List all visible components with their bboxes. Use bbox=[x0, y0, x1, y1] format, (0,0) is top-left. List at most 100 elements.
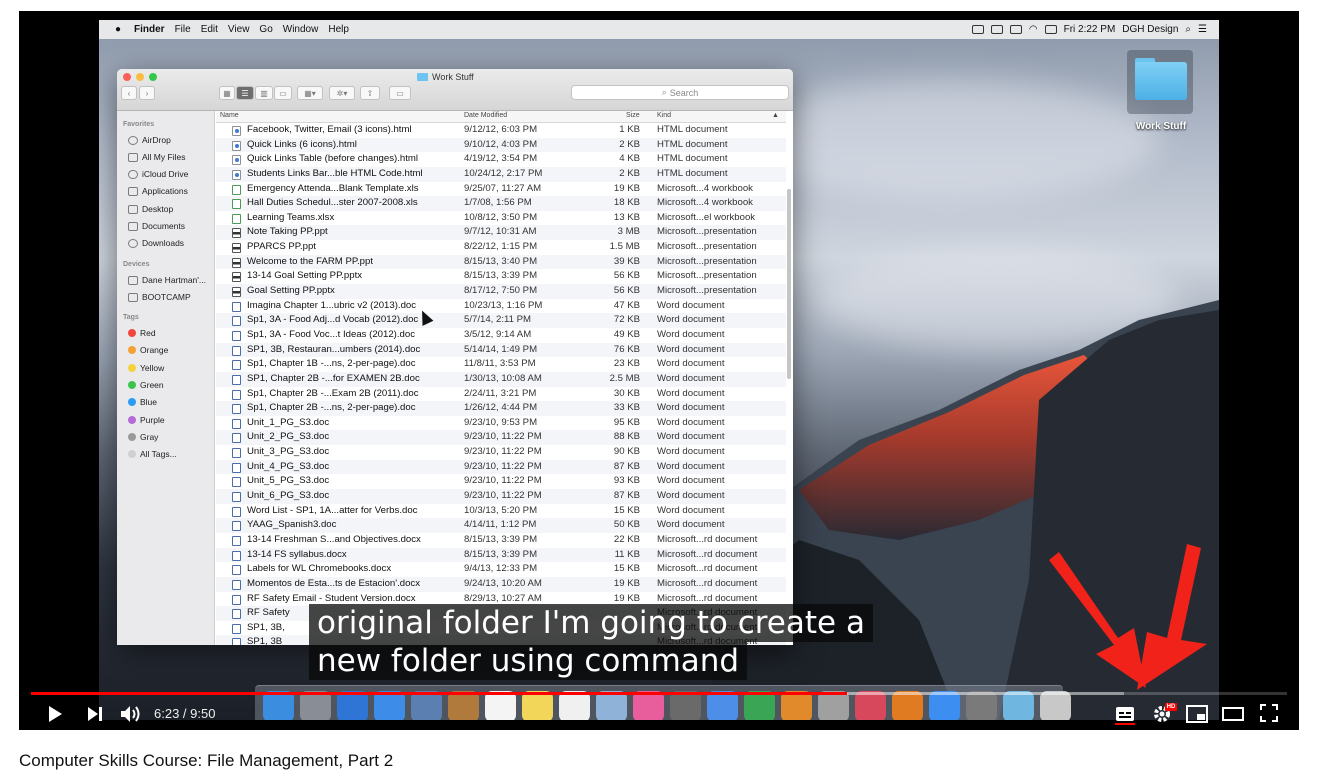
table-row[interactable]: Momentos de Esta...ts de Estacion'.docx 9… bbox=[216, 576, 786, 592]
table-row[interactable]: 13-14 FS syllabus.docx 8/15/13, 3:39 PM 11… bbox=[216, 547, 786, 563]
wifi-icon[interactable]: ◠ bbox=[1029, 24, 1038, 35]
subtitles-icon[interactable] bbox=[1115, 706, 1135, 722]
table-row[interactable]: Unit_1_PG_S3.doc 9/23/10, 9:53 PM 95 KB Wor… bbox=[216, 416, 786, 431]
table-row[interactable]: Hall Duties Schedul...ster 2007-2008.xls… bbox=[216, 196, 786, 211]
sidebar-item-bootcamp[interactable]: BOOTCAMP bbox=[128, 292, 191, 302]
sidebar-tag-red[interactable]: Red bbox=[128, 328, 156, 338]
table-row[interactable]: Unit_5_PG_S3.doc 9/23/10, 11:22 PM 93 KB Wo… bbox=[216, 474, 786, 489]
column-kind[interactable]: Kind bbox=[657, 112, 671, 119]
closed-caption: original folder I'm going to create a ne… bbox=[309, 604, 873, 680]
table-row[interactable]: Emergency Attenda...Blank Template.xls 9/… bbox=[216, 182, 786, 197]
sidebar-item-all-my-files[interactable]: All My Files bbox=[128, 152, 185, 162]
volume-icon[interactable] bbox=[120, 704, 142, 724]
menu-finder[interactable]: Finder bbox=[134, 24, 165, 35]
table-row[interactable]: Welcome to the FARM PP.ppt 8/15/13, 3:40 … bbox=[216, 254, 786, 270]
sidebar-tag-orange[interactable]: Orange bbox=[128, 345, 168, 355]
table-row[interactable]: Word List - SP1, 1A...atter for Verbs.do… bbox=[216, 504, 786, 519]
column-name[interactable]: Name bbox=[220, 112, 239, 119]
desktop-folder-icon[interactable] bbox=[1127, 50, 1193, 114]
menubar-user[interactable]: DGH Design bbox=[1122, 24, 1178, 35]
sidebar-item-applications[interactable]: Applications bbox=[128, 186, 188, 196]
table-row[interactable]: Unit_2_PG_S3.doc 9/23/10, 11:22 PM 88 KB Wo… bbox=[216, 430, 786, 446]
notification-center-icon[interactable]: ☰ bbox=[1198, 24, 1207, 35]
sidebar-tag-green[interactable]: Green bbox=[128, 380, 164, 390]
column-size[interactable]: Size bbox=[626, 112, 640, 119]
play-icon[interactable] bbox=[47, 705, 63, 723]
search-field[interactable]: ⌕ Search bbox=[571, 85, 789, 100]
minimize-window-button[interactable] bbox=[136, 73, 144, 81]
miniplayer-icon[interactable] bbox=[1186, 705, 1208, 723]
table-row[interactable]: 13-14 Freshman S...and Objectives.docx 8/… bbox=[216, 533, 786, 548]
sidebar-item-airdrop[interactable]: AirDrop bbox=[128, 135, 171, 145]
sidebar-item-documents[interactable]: Documents bbox=[128, 221, 185, 231]
cover-flow-button[interactable]: ▭ bbox=[274, 86, 292, 100]
table-row[interactable]: Sp1, 3A - Food Adj...d Vocab (2012).doc 5… bbox=[216, 313, 786, 328]
table-row[interactable]: Sp1, Chapter 2B -...ns, 2-per-page).doc 1… bbox=[216, 401, 786, 416]
sidebar-item-computer[interactable]: Dane Hartman'... bbox=[128, 275, 206, 285]
sidebar-item-icloud-drive[interactable]: iCloud Drive bbox=[128, 169, 188, 179]
desktop-folder-label[interactable]: Work Stuff bbox=[1119, 121, 1203, 132]
table-row[interactable]: PPARCS PP.ppt 8/22/12, 1:15 PM 1.5 MB Micro… bbox=[216, 240, 786, 255]
progress-bar[interactable] bbox=[31, 692, 1287, 695]
share-button[interactable]: ⇧ bbox=[360, 86, 380, 100]
table-row[interactable]: Sp1, Chapter 1B -...ns, 2-per-page).doc 1… bbox=[216, 357, 786, 372]
table-row[interactable]: Quick Links (6 icons).html 9/10/12, 4:03 … bbox=[216, 137, 786, 153]
table-row[interactable]: Quick Links Table (before changes).html 4… bbox=[216, 152, 786, 167]
action-gear-button[interactable]: ✲▾ bbox=[329, 86, 355, 100]
table-row[interactable]: Students Links Bar...ble HTML Code.html 1… bbox=[216, 166, 786, 182]
sidebar-tag-yellow[interactable]: Yellow bbox=[128, 363, 164, 373]
file-name: Emergency Attenda...Blank Template.xls bbox=[247, 182, 419, 194]
table-row[interactable]: Unit_4_PG_S3.doc 9/23/10, 11:22 PM 87 KB Wo… bbox=[216, 459, 786, 475]
column-view-button[interactable]: ▥ bbox=[255, 86, 273, 100]
menu-help[interactable]: Help bbox=[328, 24, 349, 35]
table-row[interactable]: Learning Teams.xlsx 10/8/12, 3:50 PM 13 KB… bbox=[216, 211, 786, 226]
column-date-modified[interactable]: Date Modified bbox=[464, 112, 507, 119]
table-row[interactable]: SP1, 3B, Restauran...umbers (2014).doc 5/… bbox=[216, 342, 786, 358]
table-row[interactable]: Goal Setting PP.pptx 8/17/12, 7:50 PM 56 K… bbox=[216, 284, 786, 299]
icon-view-button[interactable]: ▦ bbox=[219, 86, 235, 100]
scrollbar[interactable] bbox=[787, 189, 791, 379]
sidebar-item-desktop[interactable]: Desktop bbox=[128, 204, 173, 214]
table-row[interactable]: Note Taking PP.ppt 9/7/12, 10:31 AM 3 MB Mi… bbox=[216, 225, 786, 241]
battery-icon[interactable] bbox=[1044, 25, 1057, 34]
keyboard-icon[interactable] bbox=[990, 25, 1003, 34]
table-row[interactable]: Labels for WL Chromebooks.docx 9/4/13, 12… bbox=[216, 562, 786, 577]
close-window-button[interactable] bbox=[123, 73, 131, 81]
status-icon[interactable] bbox=[971, 25, 984, 34]
sidebar-tag-purple[interactable]: Purple bbox=[128, 415, 165, 425]
sidebar-item-downloads[interactable]: Downloads bbox=[128, 238, 184, 248]
list-view-button[interactable]: ☰ bbox=[236, 86, 254, 100]
zoom-window-button[interactable] bbox=[149, 73, 157, 81]
menu-edit[interactable]: Edit bbox=[201, 24, 218, 35]
table-row[interactable]: YAAG_Spanish3.doc 4/14/11, 1:12 PM 50 KB Wo… bbox=[216, 518, 786, 533]
apple-menu-icon[interactable]: ● bbox=[112, 24, 124, 35]
table-row[interactable]: Unit_3_PG_S3.doc 9/23/10, 11:22 PM 90 KB Wo… bbox=[216, 445, 786, 460]
table-row[interactable]: SP1, Chapter 2B -...for EXAMEN 2B.doc 1/3… bbox=[216, 371, 786, 387]
file-kind: Word document bbox=[657, 328, 725, 340]
edit-tags-button[interactable]: ▭ bbox=[389, 86, 411, 100]
menu-view[interactable]: View bbox=[228, 24, 250, 35]
video-player[interactable]: ● Finder File Edit View Go Window Help ◠… bbox=[19, 11, 1299, 730]
fullscreen-icon[interactable] bbox=[1260, 704, 1278, 722]
spotlight-search-icon[interactable]: ⌕ bbox=[1185, 24, 1191, 35]
next-icon[interactable] bbox=[87, 706, 103, 722]
menu-file[interactable]: File bbox=[175, 24, 191, 35]
table-row[interactable]: 13-14 Goal Setting PP.pptx 8/15/13, 3:39 … bbox=[216, 269, 786, 284]
sidebar-all-tags[interactable]: All Tags... bbox=[128, 449, 177, 459]
menubar-clock[interactable]: Fri 2:22 PM bbox=[1064, 24, 1116, 35]
theater-mode-icon[interactable] bbox=[1222, 706, 1244, 722]
back-button[interactable]: ‹ bbox=[121, 86, 137, 100]
airplay-icon[interactable] bbox=[1009, 25, 1022, 34]
table-row[interactable]: Facebook, Twitter, Email (3 icons).html 9… bbox=[216, 123, 786, 138]
table-row[interactable]: Sp1, 3A - Food Voc...t Ideas (2012).doc 3… bbox=[216, 328, 786, 343]
menu-go[interactable]: Go bbox=[259, 24, 272, 35]
table-row[interactable]: Sp1, Chapter 2B -...Exam 2B (2011).doc 2/… bbox=[216, 387, 786, 402]
menu-window[interactable]: Window bbox=[283, 24, 319, 35]
table-row[interactable]: Imagina Chapter 1...ubric v2 (2013).doc 1… bbox=[216, 299, 786, 314]
table-row[interactable]: Unit_6_PG_S3.doc 9/23/10, 11:22 PM 87 KB Wo… bbox=[216, 489, 786, 504]
sidebar-tag-blue[interactable]: Blue bbox=[128, 397, 157, 407]
arrange-button[interactable]: ▦▾ bbox=[297, 86, 323, 100]
sidebar-tag-gray[interactable]: Gray bbox=[128, 432, 158, 442]
forward-button[interactable]: › bbox=[139, 86, 155, 100]
finder-sidebar: Favorites AirDrop All My Files iCloud Dr… bbox=[117, 111, 215, 645]
